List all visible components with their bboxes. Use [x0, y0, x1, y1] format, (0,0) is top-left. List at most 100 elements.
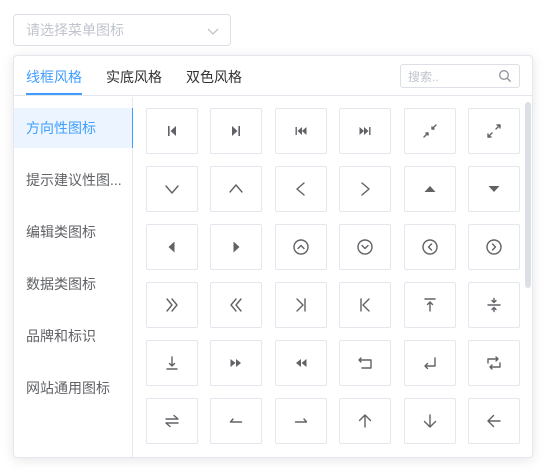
step-backward-icon: [168, 126, 176, 136]
icon-cell[interactable]: [275, 108, 327, 154]
scrollbar[interactable]: [525, 102, 531, 457]
icon-cell[interactable]: [404, 108, 456, 154]
icon-cell[interactable]: [468, 224, 520, 270]
active-tab-indicator: [26, 93, 82, 95]
icon-cell[interactable]: [210, 282, 262, 328]
left-circle-icon: [422, 239, 438, 255]
search-icon[interactable]: [498, 69, 512, 83]
enter-icon: [424, 357, 436, 370]
icon-cell[interactable]: [146, 224, 198, 270]
sidebar-item-suggestion[interactable]: 提示建议性图...: [14, 160, 133, 200]
double-left-icon: [230, 298, 242, 312]
sidebar-item-label: 网站通用图标: [26, 380, 110, 396]
double-right-icon: [166, 298, 178, 312]
backward-icon: [296, 359, 307, 367]
icon-cell[interactable]: [468, 166, 520, 212]
icon-cell[interactable]: [339, 224, 391, 270]
forward-icon: [230, 359, 241, 367]
arrow-up-icon: [358, 414, 372, 428]
search-placeholder: 搜索..: [408, 69, 439, 84]
right-icon: [361, 182, 370, 196]
icon-cell[interactable]: [468, 398, 520, 444]
arrow-left-icon: [487, 414, 501, 428]
icon-cell[interactable]: [210, 340, 262, 386]
icon-cell[interactable]: [404, 166, 456, 212]
icon-cell[interactable]: [146, 398, 198, 444]
left-icon: [296, 182, 305, 196]
sidebar-item-website[interactable]: 网站通用图标: [14, 368, 133, 408]
icon-select[interactable]: 请选择菜单图标: [13, 14, 231, 46]
vertical-align-top-icon: [424, 298, 436, 312]
vertical-right-icon: [360, 298, 370, 312]
sidebar-item-label: 编辑类图标: [26, 224, 96, 240]
icon-cell[interactable]: [210, 398, 262, 444]
down-icon: [165, 185, 179, 194]
icon-search-input[interactable]: 搜索..: [400, 64, 520, 88]
sidebar-item-label: 方向性图标: [26, 120, 96, 136]
icon-grid: [134, 97, 532, 457]
step-forward-icon: [232, 126, 240, 136]
sidebar-item-label: 品牌和标识: [26, 328, 96, 344]
fast-backward-icon: [295, 127, 307, 135]
icon-cell[interactable]: [146, 108, 198, 154]
category-sidebar: 方向性图标 提示建议性图... 编辑类图标 数据类图标 品牌和标识 网站通用图标: [14, 97, 133, 457]
icon-cell[interactable]: [146, 340, 198, 386]
sidebar-item-label: 提示建议性图...: [26, 172, 122, 188]
icon-cell[interactable]: [210, 166, 262, 212]
icon-cell[interactable]: [339, 398, 391, 444]
sidebar-item-brand[interactable]: 品牌和标识: [14, 316, 133, 356]
sidebar-item-data[interactable]: 数据类图标: [14, 264, 133, 304]
caret-right-icon: [233, 241, 240, 253]
tab-two-tone[interactable]: 双色风格: [186, 67, 242, 87]
icon-cell[interactable]: [275, 398, 327, 444]
chevron-down-icon: [207, 28, 219, 35]
arrows-alt-icon: [487, 124, 501, 138]
vertical-align-bottom-icon: [166, 356, 178, 370]
icon-cell[interactable]: [404, 224, 456, 270]
scrollbar-thumb[interactable]: [525, 102, 531, 288]
down-circle-icon: [357, 239, 373, 255]
tab-outline[interactable]: 线框风格: [26, 67, 82, 87]
caret-up-icon: [424, 186, 436, 192]
icon-cell[interactable]: [275, 282, 327, 328]
icon-select-placeholder: 请选择菜单图标: [26, 22, 124, 38]
icon-cell[interactable]: [468, 282, 520, 328]
icon-cell[interactable]: [210, 108, 262, 154]
caret-down-icon: [488, 186, 500, 192]
tab-filled[interactable]: 实底风格: [106, 67, 162, 87]
shrink-icon: [423, 124, 437, 138]
icon-cell[interactable]: [468, 108, 520, 154]
icon-cell[interactable]: [468, 340, 520, 386]
icon-cell[interactable]: [339, 282, 391, 328]
active-category-indicator: [132, 108, 133, 148]
right-circle-icon: [486, 239, 502, 255]
sidebar-item-label: 数据类图标: [26, 276, 96, 292]
icon-cell[interactable]: [275, 224, 327, 270]
swap-icon: [165, 414, 179, 428]
swap-right-icon: [294, 418, 308, 423]
retweet-icon: [487, 356, 501, 370]
icon-cell[interactable]: [146, 166, 198, 212]
up-circle-icon: [293, 239, 309, 255]
icon-cell[interactable]: [404, 398, 456, 444]
arrow-down-icon: [423, 414, 437, 428]
vertical-align-middle-icon: [487, 297, 501, 313]
icon-cell[interactable]: [275, 166, 327, 212]
icon-cell[interactable]: [210, 224, 262, 270]
icon-cell[interactable]: [146, 282, 198, 328]
icon-cell[interactable]: [404, 282, 456, 328]
style-tabs: 线框风格 实底风格 双色风格 搜索..: [14, 56, 532, 96]
fast-forward-icon: [359, 127, 371, 135]
icon-cell[interactable]: [339, 166, 391, 212]
icon-cell[interactable]: [339, 340, 391, 386]
swap-left-icon: [229, 418, 243, 423]
caret-left-icon: [168, 241, 175, 253]
icon-cell[interactable]: [275, 340, 327, 386]
sidebar-item-edit[interactable]: 编辑类图标: [14, 212, 133, 252]
up-icon: [229, 184, 243, 193]
icon-cell[interactable]: [404, 340, 456, 386]
sidebar-item-direction[interactable]: 方向性图标: [14, 108, 133, 148]
vertical-left-icon: [296, 298, 306, 312]
icon-picker-panel: 线框风格 实底风格 双色风格 搜索.. 方向性图标 提示建议性图... 编辑类图…: [13, 55, 533, 458]
icon-cell[interactable]: [339, 108, 391, 154]
